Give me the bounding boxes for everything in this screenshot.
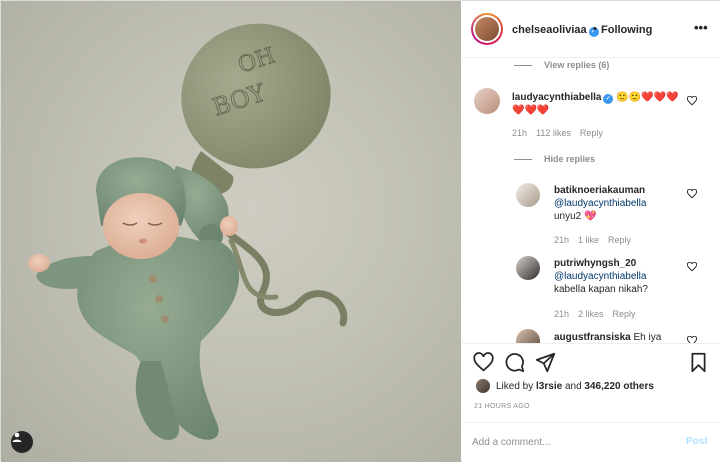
owner-username[interactable]: chelseaoliviaa ✓	[512, 24, 599, 37]
liked-by-and: and	[564, 381, 582, 392]
reply-meta: 21h 2 likes Reply	[554, 309, 645, 319]
reply-likes[interactable]: 1 like	[578, 235, 599, 245]
reply-likes[interactable]: 2 likes	[578, 309, 604, 319]
comments-list: View replies (6) laudyacynthiabella ✓ 🙂🙂❤…	[462, 59, 720, 343]
view-replies-text[interactable]: View replies (6)	[544, 60, 609, 70]
user-tag-icon	[12, 432, 22, 442]
reply-like-heart-icon[interactable]	[687, 336, 697, 343]
hide-replies-text[interactable]: Hide replies	[544, 154, 595, 164]
comment-likes[interactable]: 112 likes	[536, 128, 571, 138]
reply-text: Eh iya	[633, 332, 662, 343]
comment-text: 🙂🙂❤️❤️❤️	[616, 92, 679, 103]
comment-composer: Post	[462, 422, 720, 462]
view-replies-link[interactable]: View replies (6)	[514, 60, 609, 70]
liked-by-avatar[interactable]	[476, 379, 490, 393]
post-header: chelseaoliviaa ✓ • Following •••	[462, 1, 720, 58]
heart-icon[interactable]	[473, 352, 494, 373]
liked-by-summary: Liked by l3rsie and 346,220 others	[496, 381, 654, 392]
comment-reply-button[interactable]: Reply	[580, 128, 603, 138]
owner-username-text[interactable]: chelseaoliviaa	[512, 24, 587, 36]
comment-icon[interactable]	[504, 352, 525, 373]
hide-replies-link[interactable]: Hide replies	[514, 154, 595, 164]
reply-like-heart-icon[interactable]	[687, 262, 697, 272]
paper-plane-icon[interactable]	[535, 352, 556, 373]
comment-input[interactable]	[472, 433, 672, 451]
reply-time[interactable]: 21h	[554, 309, 569, 319]
post-sidebar: chelseaoliviaa ✓ • Following ••• View rep…	[462, 1, 720, 462]
reply-mention[interactable]: @laudyacynthiabella	[554, 198, 646, 209]
reply-meta: 21h 1 like Reply	[554, 235, 640, 245]
reply-reply-button[interactable]: Reply	[608, 235, 631, 245]
post-timestamp[interactable]: 21 HOURS AGO	[474, 403, 530, 410]
tag-people-button[interactable]	[11, 431, 33, 453]
reply-like-heart-icon[interactable]	[687, 189, 697, 199]
comment-time[interactable]: 21h	[512, 128, 527, 138]
bookmark-icon[interactable]	[689, 352, 708, 373]
post-modal: OH BOY chelseaoliviaa ✓ • Following ••• …	[0, 0, 720, 462]
owner-avatar[interactable]	[471, 13, 503, 45]
comment-text-continued: ❤️❤️❤️	[512, 105, 550, 116]
post-actions: Liked by l3rsie and 346,220 others 21 HO…	[462, 343, 720, 418]
reply-body: augustfransiska Eh iya	[554, 331, 684, 343]
reply-username[interactable]: augustfransiska	[554, 332, 631, 343]
reply-username[interactable]: batiknoeriakauman	[554, 185, 645, 196]
reply-text: kabella kapan nikah?	[554, 284, 648, 295]
reply-avatar[interactable]	[516, 183, 540, 207]
reply-reply-button[interactable]: Reply	[613, 309, 636, 319]
header-separator: •	[593, 23, 597, 35]
comment-body: laudyacynthiabella ✓ 🙂🙂❤️❤️❤️ ❤️❤️❤️	[512, 91, 692, 117]
comment-like-heart-icon[interactable]	[687, 96, 697, 106]
reply-avatar[interactable]	[516, 256, 540, 280]
comment-avatar[interactable]	[474, 88, 500, 114]
reply-username[interactable]: putriwhyngsh_20	[554, 258, 636, 269]
liked-by-user[interactable]: l3rsie	[536, 381, 562, 392]
reply-time[interactable]: 21h	[554, 235, 569, 245]
comment-username[interactable]: laudyacynthiabella	[512, 92, 601, 103]
post-comment-button[interactable]: Post	[686, 436, 708, 447]
liked-by-prefix: Liked by	[496, 381, 534, 392]
liked-by-count[interactable]: 346,220 others	[584, 381, 654, 392]
reply-body: putriwhyngsh_20 @laudyacynthiabella kabe…	[554, 257, 684, 296]
post-photo[interactable]: OH BOY	[1, 1, 461, 462]
verified-badge-icon: ✓	[603, 94, 614, 104]
reply-mention[interactable]: @laudyacynthiabella	[554, 271, 646, 282]
more-options-icon[interactable]: •••	[694, 20, 708, 35]
reply-avatar[interactable]	[516, 329, 540, 343]
replies-line	[514, 65, 532, 67]
reply-text: unyu2 💖	[554, 211, 597, 222]
comment-meta: 21h 112 likes Reply	[512, 128, 612, 138]
baby-photo-illustration: OH BOY	[28, 23, 348, 441]
following-button[interactable]: Following	[601, 24, 652, 36]
replies-line	[514, 159, 532, 161]
reply-body: batiknoeriakauman @laudyacynthiabella un…	[554, 184, 684, 223]
